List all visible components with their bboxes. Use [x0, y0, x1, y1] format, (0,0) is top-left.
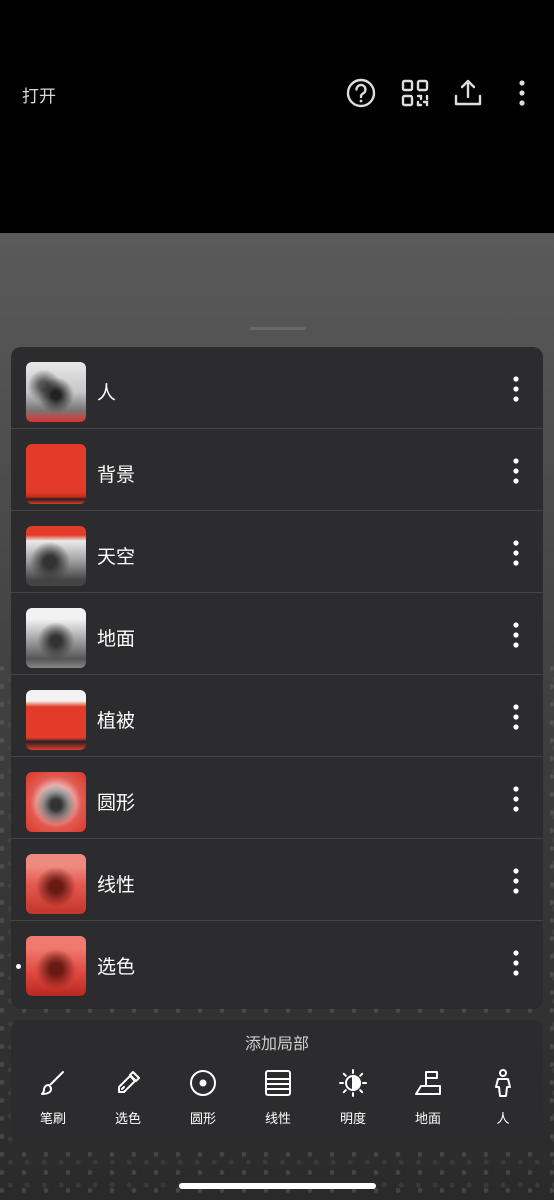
mask-list-panel: 人 背景 天空 地面 植被 圆形 线性 选色: [11, 347, 543, 1009]
mask-label: 人: [97, 382, 117, 404]
mask-label: 地面: [97, 628, 136, 650]
brightness-icon: [339, 1069, 367, 1097]
tool-person[interactable]: 人: [473, 1068, 533, 1127]
mask-label: 植被: [97, 710, 136, 732]
mask-thumbnail: [26, 608, 86, 668]
add-mask-panel: 添加局部 笔刷 选色 圆形 线性 明度 地面 人: [11, 1020, 543, 1143]
selected-indicator: [16, 964, 21, 969]
mask-row-circle[interactable]: 圆形: [11, 757, 543, 839]
mask-row-ground[interactable]: 地面: [11, 593, 543, 675]
mask-thumbnail: [26, 444, 86, 504]
help-icon[interactable]: [344, 76, 378, 110]
kebab-menu-icon[interactable]: [506, 621, 526, 649]
mask-row-vegetation[interactable]: 植被: [11, 675, 543, 757]
tool-label: 人: [496, 1112, 510, 1127]
mask-label: 线性: [97, 874, 136, 896]
tool-brush[interactable]: 笔刷: [23, 1068, 83, 1127]
radial-icon: [190, 1070, 216, 1096]
kebab-menu-icon[interactable]: [506, 867, 526, 895]
share-icon[interactable]: [451, 76, 485, 110]
tool-radial[interactable]: 圆形: [173, 1068, 233, 1127]
sheet-handle[interactable]: [250, 327, 306, 330]
kebab-menu-icon[interactable]: [506, 703, 526, 731]
top-bar: 打开: [0, 0, 554, 233]
tool-label: 圆形: [189, 1112, 216, 1127]
tool-brightness[interactable]: 明度: [323, 1068, 383, 1127]
mask-row-sky[interactable]: 天空: [11, 511, 543, 593]
tool-ground[interactable]: 地面: [398, 1068, 458, 1127]
mask-thumbnail: [26, 854, 86, 914]
tool-label: 笔刷: [39, 1112, 66, 1127]
mask-row-linear[interactable]: 线性: [11, 839, 543, 921]
brush-icon: [41, 1071, 64, 1095]
mask-row-people[interactable]: 人: [11, 347, 543, 429]
tool-color-select[interactable]: 选色: [98, 1068, 158, 1127]
mask-row-background[interactable]: 背景: [11, 429, 543, 511]
linear-icon: [265, 1070, 291, 1096]
add-mask-title: 添加局部: [244, 1034, 309, 1053]
mask-label: 选色: [97, 956, 136, 978]
person-icon: [495, 1069, 511, 1097]
tool-label: 线性: [264, 1112, 291, 1127]
mask-row-color-select[interactable]: 选色: [11, 921, 543, 1003]
mask-label: 背景: [97, 464, 136, 486]
mask-thumbnail: [26, 772, 86, 832]
home-indicator[interactable]: [179, 1183, 376, 1189]
kebab-menu-icon[interactable]: [506, 375, 526, 403]
mask-thumbnail: [26, 690, 86, 750]
open-button[interactable]: 打开: [22, 82, 56, 107]
mask-thumbnail: [26, 936, 86, 996]
qr-icon[interactable]: [398, 76, 432, 110]
mask-thumbnail: [26, 526, 86, 586]
tool-linear[interactable]: 线性: [248, 1068, 308, 1127]
tool-label: 选色: [114, 1112, 141, 1127]
kebab-menu-icon[interactable]: [506, 785, 526, 813]
tool-label: 明度: [339, 1112, 366, 1127]
eyedropper-icon: [118, 1071, 140, 1093]
more-icon[interactable]: [505, 76, 539, 110]
tool-label: 地面: [414, 1112, 441, 1127]
mask-label: 圆形: [97, 792, 136, 814]
kebab-menu-icon[interactable]: [506, 457, 526, 485]
mask-label: 天空: [97, 546, 136, 568]
mask-thumbnail: [26, 362, 86, 422]
kebab-menu-icon[interactable]: [506, 949, 526, 977]
ground-icon: [415, 1071, 441, 1095]
kebab-menu-icon[interactable]: [506, 539, 526, 567]
